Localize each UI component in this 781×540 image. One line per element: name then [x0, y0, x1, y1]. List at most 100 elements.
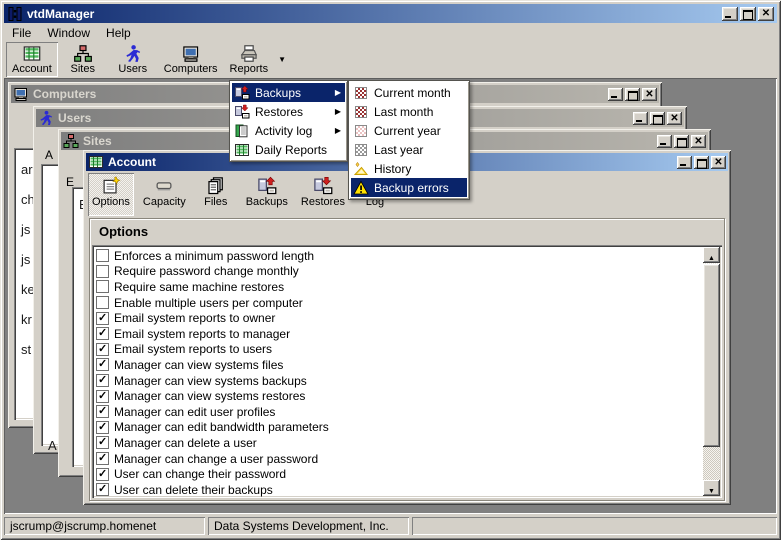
option-row-enforces-a-minimum-password-length[interactable]: Enforces a minimum password length	[97, 248, 722, 264]
reports-menu-item-restores[interactable]: Restores	[232, 102, 345, 121]
backups-submenu-item-current-month[interactable]: Current month	[351, 83, 467, 102]
main-titlebar[interactable]: vtdManager	[4, 4, 777, 23]
option-row-email-system-reports-to-manager[interactable]: Email system reports to manager	[97, 326, 722, 342]
menu-help[interactable]: Help	[98, 24, 139, 42]
option-row-email-system-reports-to-users[interactable]: Email system reports to users	[97, 342, 722, 358]
checkbox[interactable]	[97, 266, 108, 277]
vertical-scrollbar[interactable]	[703, 247, 720, 496]
backups-submenu-item-current-year[interactable]: Current year	[351, 121, 467, 140]
maximize-button[interactable]	[740, 7, 756, 21]
checkbox[interactable]	[97, 297, 108, 308]
checkbox-label: Manager can edit bandwidth parameters	[114, 420, 329, 434]
window-account[interactable]: Account Options Capacity Files Backups R…	[83, 150, 731, 505]
toolbar-button-account[interactable]: Account	[6, 42, 58, 77]
option-row-email-system-reports-to-owner[interactable]: Email system reports to owner	[97, 310, 722, 326]
reports-menu-item-activity-log[interactable]: Activity log	[232, 121, 345, 140]
option-row-user-can-delete-their-backups[interactable]: User can delete their backups	[97, 482, 722, 498]
account-tab-restores[interactable]: Restores	[297, 173, 349, 216]
toolbar-button-icon	[239, 44, 259, 63]
toolbar-button-label: Reports	[230, 63, 269, 75]
minimize-button[interactable]	[657, 135, 672, 148]
toolbar-button-users[interactable]: Users	[108, 42, 158, 77]
minimize-button[interactable]	[633, 112, 648, 125]
option-row-enable-multiple-users-per-computer[interactable]: Enable multiple users per computer	[97, 295, 722, 311]
checkbox[interactable]	[97, 359, 108, 370]
status-user: jscrump@jscrump.homenet	[4, 517, 205, 535]
computer-icon	[13, 86, 29, 102]
toolbar-button-computers[interactable]: Computers	[158, 42, 224, 77]
checkbox[interactable]	[97, 469, 108, 480]
close-button[interactable]	[667, 112, 682, 125]
account-tab-label: Files	[204, 196, 227, 208]
option-row-require-same-machine-restores[interactable]: Require same machine restores	[97, 279, 722, 295]
backups-submenu-item-last-month[interactable]: Last month	[351, 102, 467, 121]
options-checkbox-list[interactable]: Enforces a minimum password length Requi…	[92, 245, 722, 498]
account-tab-icon	[205, 176, 227, 196]
checkbox[interactable]	[97, 313, 108, 324]
backups-submenu-item-backup-errors[interactable]: Backup errors	[351, 178, 467, 197]
checkbox[interactable]	[97, 250, 108, 261]
option-row-manager-can-view-systems-restores[interactable]: Manager can view systems restores	[97, 388, 722, 404]
backups-submenu-item-history[interactable]: History	[351, 159, 467, 178]
toolbar-button-sites[interactable]: Sites	[58, 42, 108, 77]
minimize-button[interactable]	[608, 88, 623, 101]
toolbar-button-reports[interactable]: Reports	[224, 42, 275, 77]
reports-menu-item-backups[interactable]: Backups	[232, 83, 345, 102]
reports-dropdown-arrow[interactable]: ▼	[274, 42, 290, 77]
scrollbar-track[interactable]	[703, 447, 720, 480]
menu-file[interactable]: File	[4, 24, 39, 42]
users-title: Users	[58, 111, 91, 125]
minimize-button[interactable]	[677, 156, 692, 169]
checkbox[interactable]	[97, 281, 108, 292]
scroll-down-button[interactable]	[703, 480, 720, 496]
checkbox[interactable]	[97, 422, 108, 433]
maximize-button[interactable]	[694, 156, 709, 169]
checkbox-label: Email system reports to users	[114, 342, 272, 356]
option-row-user-can-change-their-password[interactable]: User can change their password	[97, 466, 722, 482]
checkbox[interactable]	[97, 344, 108, 355]
minimize-button[interactable]	[722, 7, 738, 21]
account-tab-backups[interactable]: Backups	[242, 173, 292, 216]
menu-item-label: Current year	[374, 124, 441, 138]
checkbox-label: User can delete their backups	[114, 483, 273, 497]
maximize-button[interactable]	[674, 135, 689, 148]
maximize-button[interactable]	[650, 112, 665, 125]
checkbox[interactable]	[97, 406, 108, 417]
close-button[interactable]	[758, 7, 774, 21]
menu-window[interactable]: Window	[39, 24, 98, 42]
close-button[interactable]	[711, 156, 726, 169]
close-button[interactable]	[691, 135, 706, 148]
checkbox[interactable]	[97, 375, 108, 386]
option-row-manager-can-change-a-user-password[interactable]: Manager can change a user password	[97, 451, 722, 467]
menu-item-icon	[353, 85, 369, 101]
option-row-manager-can-edit-bandwidth-parameters[interactable]: Manager can edit bandwidth parameters	[97, 420, 722, 436]
option-row-manager-can-delete-a-user[interactable]: Manager can delete a user	[97, 435, 722, 451]
checkbox[interactable]	[97, 484, 108, 495]
reports-menu-item-daily-reports[interactable]: Daily Reports	[232, 140, 345, 159]
checkbox[interactable]	[97, 453, 108, 464]
menu-item-icon	[353, 142, 369, 158]
option-row-manager-can-view-systems-files[interactable]: Manager can view systems files	[97, 357, 722, 373]
close-button[interactable]	[642, 88, 657, 101]
menubar: File Window Help	[4, 23, 777, 42]
menu-item-icon	[353, 161, 369, 177]
account-tab-capacity[interactable]: Capacity	[139, 173, 190, 216]
option-row-manager-can-view-systems-backups[interactable]: Manager can view systems backups	[97, 373, 722, 389]
scroll-up-button[interactable]	[703, 247, 720, 263]
toolbar-button-label: Account	[12, 63, 52, 75]
checkbox[interactable]	[97, 437, 108, 448]
option-row-require-password-change-monthly[interactable]: Require password change monthly	[97, 264, 722, 280]
maximize-button[interactable]	[625, 88, 640, 101]
checkbox-label: Email system reports to owner	[114, 311, 275, 325]
account-tab-files[interactable]: Files	[195, 173, 237, 216]
checkbox[interactable]	[97, 391, 108, 402]
menu-item-label: Restores	[255, 105, 303, 119]
account-tab-options[interactable]: Options	[88, 173, 134, 216]
backups-submenu-item-last-year[interactable]: Last year	[351, 140, 467, 159]
checkbox-label: Manager can view systems backups	[114, 374, 307, 388]
scrollbar-thumb[interactable]	[703, 264, 720, 447]
option-row-manager-can-edit-user-profiles[interactable]: Manager can edit user profiles	[97, 404, 722, 420]
checkbox[interactable]	[97, 328, 108, 339]
main-toolbar: Account Sites Users Computers Reports ▼	[4, 42, 777, 78]
checkbox-label: User can change their password	[114, 467, 286, 481]
